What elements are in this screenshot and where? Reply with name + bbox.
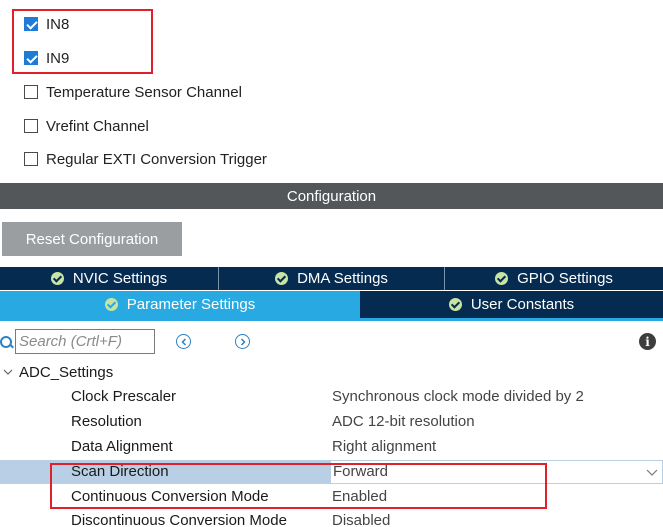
configuration-title: Configuration (286, 187, 377, 205)
param-value: Right alignment (332, 438, 437, 455)
check-circle-icon (275, 272, 289, 285)
check-circle-icon (50, 272, 64, 285)
configuration-header: Configuration (0, 183, 663, 209)
adc-settings-group-header[interactable]: ADC_Settings (0, 361, 113, 383)
param-row-continuous-conversion-mode[interactable]: Continuous Conversion Mode Enabled (0, 485, 663, 509)
scan-direction-dropdown[interactable]: Forward (330, 460, 663, 484)
param-row-resolution[interactable]: Resolution ADC 12-bit resolution (0, 410, 663, 434)
tab-label: NVIC Settings (72, 270, 168, 287)
reset-configuration-button[interactable]: Reset Configuration (2, 222, 182, 256)
search-input[interactable] (15, 329, 155, 354)
chevron-left-icon (180, 337, 186, 346)
tab-label: User Constants (470, 296, 575, 313)
param-name: Data Alignment (71, 438, 173, 455)
search-bar (0, 329, 155, 354)
param-value: Forward (333, 463, 389, 480)
param-row-discontinuous-conversion-mode[interactable]: Discontinuous Conversion Mode Disabled (0, 509, 663, 527)
settings-tabs-row1: NVIC Settings DMA Settings GPIO Settings (0, 267, 663, 290)
channel-label: Temperature Sensor Channel (46, 83, 242, 101)
tab-nvic-settings[interactable]: NVIC Settings (0, 267, 219, 290)
check-circle-icon (448, 298, 462, 311)
channel-label: IN8 (46, 15, 70, 33)
temperature-sensor-checkbox-row[interactable]: Temperature Sensor Channel (24, 82, 242, 102)
param-name: Clock Prescaler (71, 388, 177, 405)
chevron-down-icon[interactable] (3, 367, 13, 377)
param-name: Continuous Conversion Mode (71, 488, 269, 505)
tab-label: DMA Settings (297, 270, 388, 287)
group-label: ADC_Settings (19, 363, 114, 381)
search-icon (0, 335, 14, 349)
channel-label: Regular EXTI Conversion Trigger (46, 150, 267, 168)
chevron-down-icon[interactable] (646, 467, 658, 477)
channel-in9-checkbox-row[interactable]: IN9 (24, 48, 69, 68)
checkbox-unchecked-icon[interactable] (24, 119, 38, 133)
param-name: Scan Direction (71, 463, 169, 480)
check-circle-icon (104, 298, 118, 311)
previous-result-button[interactable] (176, 334, 191, 349)
tab-gpio-settings[interactable]: GPIO Settings (445, 267, 663, 290)
tab-parameter-settings[interactable]: Parameter Settings (0, 291, 360, 318)
info-icon[interactable]: i (639, 333, 656, 350)
checkbox-unchecked-icon[interactable] (24, 85, 38, 99)
checkbox-unchecked-icon[interactable] (24, 152, 38, 166)
check-circle-icon (495, 272, 509, 285)
param-name: Resolution (71, 413, 142, 430)
param-row-scan-direction[interactable]: Scan Direction Forward (0, 460, 663, 484)
param-value: Synchronous clock mode divided by 2 (332, 388, 584, 405)
reset-configuration-label: Reset Configuration (25, 230, 159, 248)
vrefint-checkbox-row[interactable]: Vrefint Channel (24, 116, 149, 136)
tab-label: GPIO Settings (517, 270, 613, 287)
tab-user-constants[interactable]: User Constants (360, 291, 663, 318)
tab-underline (0, 318, 663, 321)
channel-label: Vrefint Channel (46, 117, 149, 135)
next-result-button[interactable] (235, 334, 250, 349)
chevron-right-icon (240, 337, 246, 346)
param-row-clock-prescaler[interactable]: Clock Prescaler Synchronous clock mode d… (0, 385, 663, 409)
settings-tabs-row2: Parameter Settings User Constants (0, 291, 663, 318)
tab-dma-settings[interactable]: DMA Settings (219, 267, 445, 290)
regular-exti-trigger-checkbox-row[interactable]: Regular EXTI Conversion Trigger (24, 149, 267, 169)
param-row-data-alignment[interactable]: Data Alignment Right alignment (0, 435, 663, 459)
param-value: Disabled (332, 512, 391, 527)
param-value: Enabled (332, 488, 388, 505)
param-value: ADC 12-bit resolution (332, 413, 475, 430)
channel-in8-checkbox-row[interactable]: IN8 (24, 14, 69, 34)
tab-label: Parameter Settings (126, 296, 256, 313)
checkbox-checked-icon[interactable] (24, 17, 38, 31)
param-name: Discontinuous Conversion Mode (71, 512, 287, 527)
checkbox-checked-icon[interactable] (24, 51, 38, 65)
channel-label: IN9 (46, 49, 70, 67)
